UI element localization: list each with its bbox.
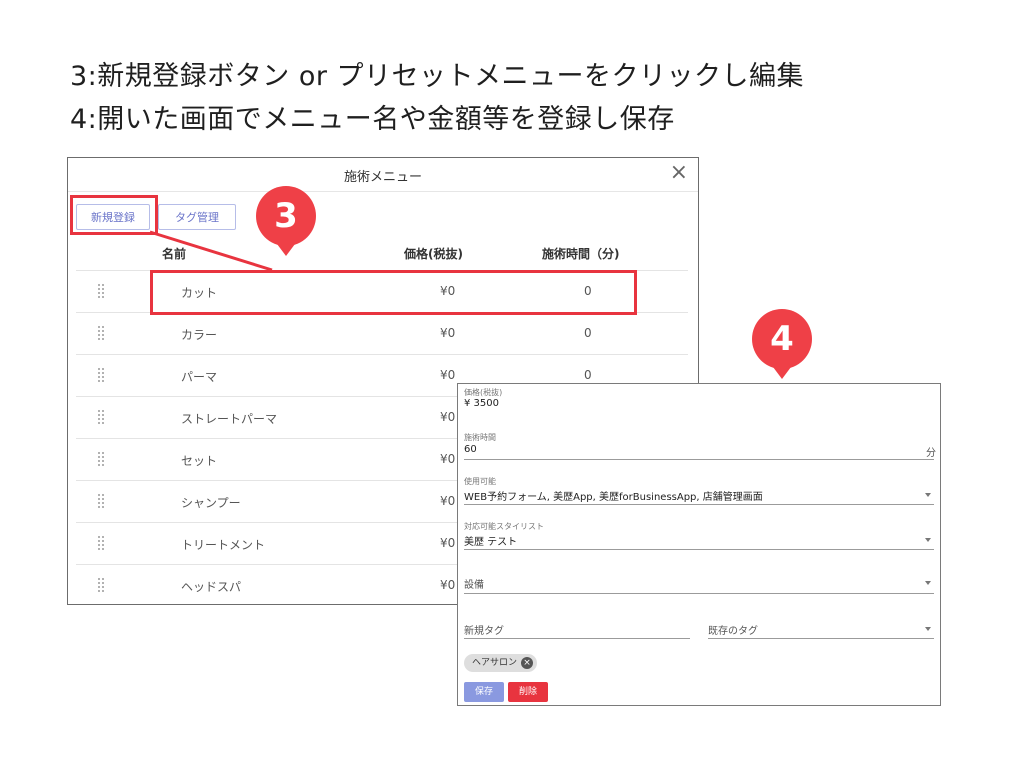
new-tag-input[interactable]: 新規タグ xyxy=(464,622,504,637)
stylist-select[interactable]: 美歴 テスト xyxy=(464,533,517,548)
menu-edit-form: 価格(税抜) ¥ 3500 施術時間 60 分 使用可能 WEB予約フォーム, … xyxy=(457,383,941,706)
chevron-down-icon[interactable] xyxy=(925,627,931,631)
usable-field-label: 使用可能 xyxy=(464,477,496,486)
tag-chip[interactable]: ヘアサロン × xyxy=(464,654,538,672)
usable-underline xyxy=(464,504,934,505)
new-tag-underline xyxy=(464,638,690,639)
stylist-underline xyxy=(464,549,934,550)
chevron-down-icon[interactable] xyxy=(925,538,931,542)
chevron-down-icon[interactable] xyxy=(925,581,931,585)
stylist-field-label: 対応可能スタイリスト xyxy=(464,522,544,531)
price-input[interactable]: ¥ 3500 xyxy=(464,398,499,409)
duration-field-label: 施術時間 xyxy=(464,433,496,442)
step-4-marker: 4 xyxy=(752,309,812,369)
duration-unit: 分 xyxy=(926,448,936,459)
save-button[interactable]: 保存 xyxy=(464,682,504,702)
equipment-select[interactable]: 設備 xyxy=(464,576,484,591)
price-field-label: 価格(税抜) xyxy=(464,388,503,397)
tag-chip-label: ヘアサロン xyxy=(472,658,518,668)
equipment-underline xyxy=(464,593,934,594)
chevron-down-icon[interactable] xyxy=(925,493,931,497)
existing-tag-underline xyxy=(708,638,934,639)
existing-tag-select[interactable]: 既存のタグ xyxy=(708,622,758,637)
delete-button[interactable]: 削除 xyxy=(508,682,548,702)
step-3-marker: 3 xyxy=(256,186,316,246)
usable-select[interactable]: WEB予約フォーム, 美歴App, 美歴forBusinessApp, 店舗管理… xyxy=(464,488,763,503)
close-icon[interactable]: × xyxy=(521,657,534,669)
duration-input[interactable]: 60 xyxy=(464,444,477,455)
duration-underline xyxy=(464,459,934,460)
